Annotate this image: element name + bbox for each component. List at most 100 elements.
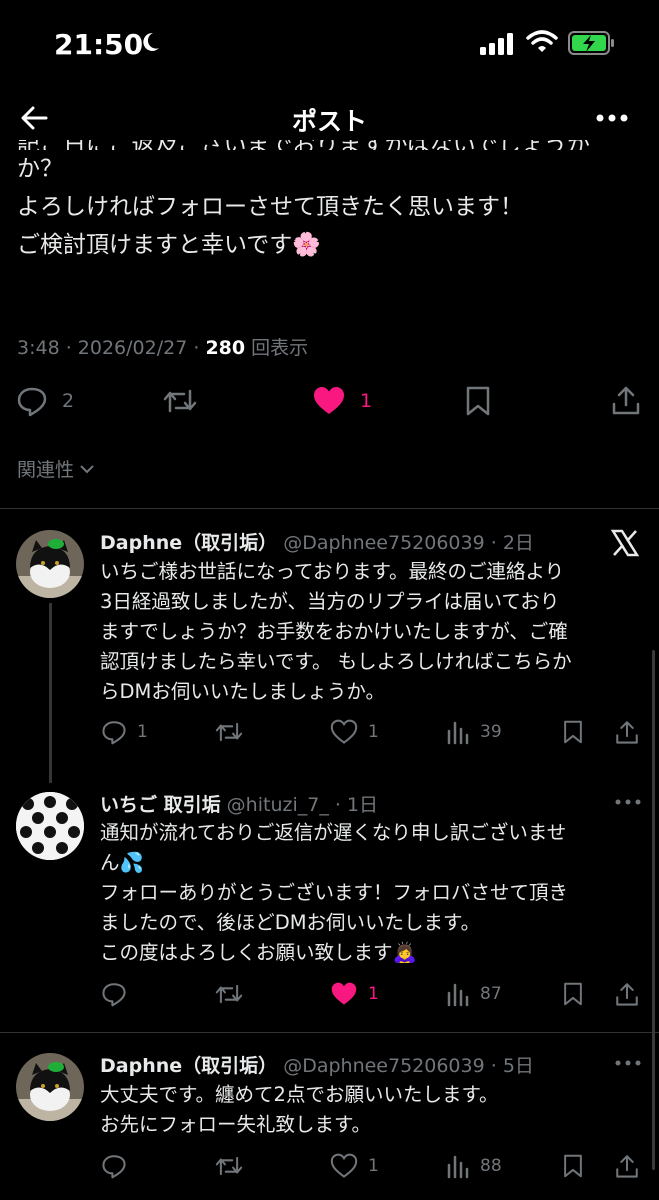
status-bar: 21:50 [0,0,659,90]
scrollbar[interactable] [652,650,655,1170]
top-app-bar: ポスト [0,90,659,146]
bookmark-button[interactable] [464,385,492,417]
share-icon [616,983,638,1006]
post-date[interactable]: 2026/02/27 [78,337,188,359]
reply-text-line: ますでしょうか？お手数をおかけいたしますが、ご確 [100,620,568,643]
reply-icon [102,721,126,745]
reply-author[interactable]: Daphne（取引垢） @Daphnee75206039 · 2日 [100,528,534,555]
display-name: Daphne（取引垢） [100,532,278,554]
section-divider [0,1032,659,1033]
repost-button[interactable] [214,981,244,1007]
view-count: 280 [205,337,246,359]
polka-dot-avatar-image [16,792,84,860]
repost-icon [215,722,243,742]
reply-author[interactable]: Daphne（取引垢） @Daphnee75206039 · 5日 [100,1051,534,1078]
like-count: 1 [368,1156,379,1176]
reply-text-line: 大丈夫です。纏めて2点でお願いいたします。 [100,1083,499,1106]
like-count: 1 [368,722,379,742]
repost-icon [215,1156,243,1176]
analytics-icon [447,983,469,1007]
share-icon [616,1155,638,1178]
like-button[interactable]: 1 [312,385,372,417]
bookmark-button[interactable] [562,981,584,1007]
wifi-icon [526,30,558,52]
reply-button[interactable]: 2 [16,385,74,417]
signal-icon [480,33,513,55]
user-handle: @Daphnee75206039 [283,1055,485,1077]
like-button[interactable]: 1 [330,719,379,745]
battery-charging-icon [568,31,614,55]
more-options-icon[interactable] [614,1058,642,1068]
reply-button[interactable] [101,981,127,1007]
share-icon [612,386,640,415]
reply-text-line: いちご様お世話になっております。最終のご連絡より [100,560,565,583]
page-title: ポスト [291,107,367,136]
avatar[interactable] [16,530,84,598]
reply-age: 2日 [502,532,534,554]
share-icon [616,721,638,744]
repost-button[interactable] [214,719,244,745]
avatar[interactable] [16,1053,84,1121]
reply-action-bar: 1 87 [0,981,659,1011]
avatar[interactable] [16,792,84,860]
status-time: 21:50 [54,28,144,61]
share-button[interactable] [614,981,640,1007]
reply-sort-dropdown[interactable]: 関連性 [17,455,96,482]
reply-button[interactable] [101,1153,127,1179]
reply-author[interactable]: いちご 取引垢 @hituzi_7_ · 1日 [100,790,378,817]
cat-avatar-image [16,1053,84,1121]
reply-action-bar: 1 1 39 [0,719,659,749]
post-action-bar: 2 1 [0,382,659,422]
bookmark-button[interactable] [562,719,584,745]
display-name: いちご 取引垢 [100,794,221,816]
moon-icon [143,32,159,51]
view-count: 88 [480,1156,502,1176]
views-button[interactable]: 87 [446,981,502,1007]
like-count: 1 [360,390,373,412]
analytics-icon [447,721,469,745]
bookmark-button[interactable] [562,1153,584,1179]
more-options-icon[interactable] [594,104,630,132]
user-handle: @hituzi_7_ [226,794,329,816]
share-button[interactable] [610,384,642,416]
reply-icon [102,1155,126,1179]
view-count: 39 [480,722,502,742]
repost-button[interactable] [162,385,198,417]
views-button[interactable]: 39 [446,719,502,745]
bookmark-icon [564,720,582,744]
reply-text-line: らDMお伺いいたしましょうか。 [100,680,385,703]
x-logo-icon [610,529,640,557]
reply-text-line: 3日経過致しましたが、当方のリプライは届いており [100,590,560,613]
reply-sort-label: 関連性 [17,459,75,481]
reply-button[interactable]: 1 [101,719,148,745]
reply-text: 大丈夫です。纏めて2点でお願いいたします。 お先にフォロー失礼致します。 [100,1080,645,1140]
reply-action-bar: 1 88 [0,1153,659,1183]
section-divider [0,508,659,509]
cat-avatar-image [16,530,84,598]
display-name: Daphne（取引垢） [100,1055,278,1077]
reply-text-line: ん💦 [100,851,144,874]
share-button[interactable] [614,1153,640,1179]
chevron-down-icon [80,464,94,473]
user-handle: @Daphnee75206039 [283,532,485,554]
reply-age: 1日 [346,794,379,816]
reply-age: 5日 [502,1055,534,1077]
views-button[interactable]: 88 [446,1153,502,1179]
like-button[interactable]: 1 [330,981,379,1007]
reply-count: 2 [62,390,75,412]
repost-button[interactable] [214,1153,244,1179]
reply-count: 1 [137,722,148,742]
bookmark-icon [564,1154,582,1178]
heart-filled-icon [331,982,357,1005]
like-button[interactable]: 1 [330,1153,379,1179]
post-body: 記ご日にご返及ございまでおりますかはないでしょうか か？ よろしければフォローさ… [17,140,647,264]
repost-icon [163,389,197,413]
reply-text-line: お先にフォロー失礼致します。 [100,1113,372,1136]
share-button[interactable] [614,719,640,745]
more-options-icon[interactable] [614,797,642,807]
reply-text-line: この度はよろしくお願い致します🙇‍♀️ [100,941,417,964]
bookmark-icon [564,982,582,1006]
bookmark-icon [466,386,490,416]
post-time: 3:48 [17,337,60,359]
post-text-line: か？ [17,156,63,182]
